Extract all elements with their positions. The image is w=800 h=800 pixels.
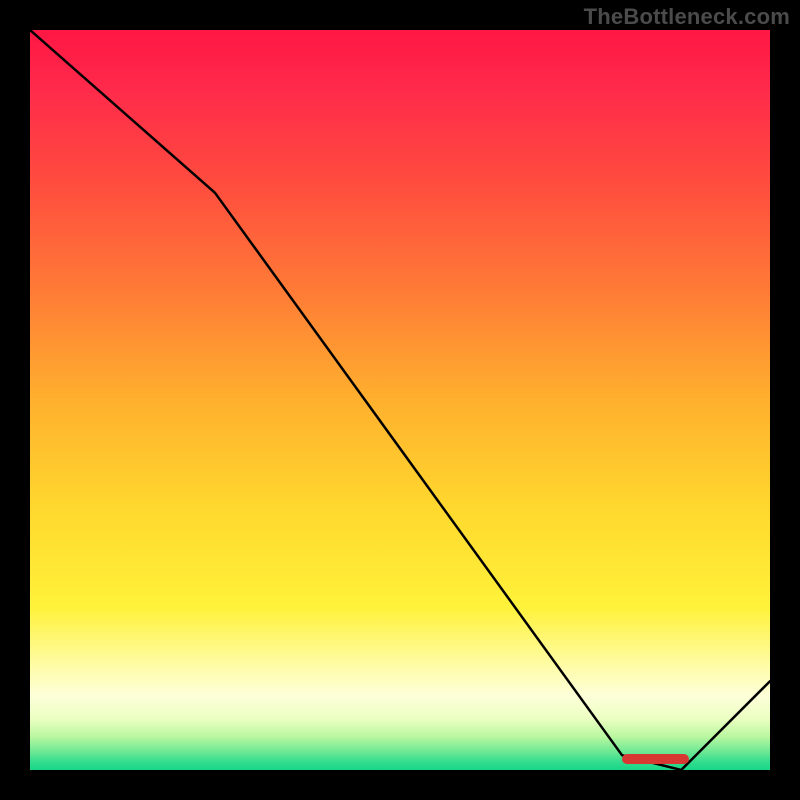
- optimal-range-marker: [622, 754, 689, 764]
- plot-area: [30, 30, 770, 770]
- chart-frame: TheBottleneck.com: [0, 0, 800, 800]
- bottleneck-curve: [30, 30, 770, 770]
- watermark-label: TheBottleneck.com: [584, 4, 790, 30]
